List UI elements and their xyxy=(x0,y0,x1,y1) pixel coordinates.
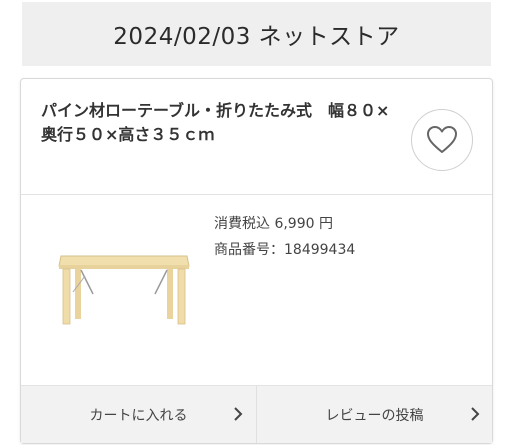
favorite-button[interactable] xyxy=(411,109,473,171)
header-title: 2024/02/03 ネットストア xyxy=(113,24,400,50)
write-review-button[interactable]: レビューの投稿 xyxy=(257,386,492,443)
sku-text: 商品番号：18499434 xyxy=(214,239,355,259)
page-header: 2024/02/03 ネットストア xyxy=(22,2,491,66)
product-card: パイン材ローテーブル・折りたたみ式 幅８０×奥行５０×高さ３５ｃｍ 消費税込 6… xyxy=(20,78,493,444)
currency: 円 xyxy=(319,216,333,232)
sku-label: 商品番号： xyxy=(214,242,284,258)
price-value: 6,990 xyxy=(274,216,315,232)
product-image[interactable] xyxy=(55,254,195,329)
price-text: 消費税込 6,990 円 xyxy=(214,213,333,233)
add-to-cart-label: カートに入れる xyxy=(89,407,188,424)
chevron-right-icon xyxy=(471,407,480,421)
write-review-label: レビューの投稿 xyxy=(325,407,424,424)
heart-icon xyxy=(427,126,457,153)
sku-value: 18499434 xyxy=(284,242,356,258)
price-label: 消費税込 xyxy=(214,216,270,232)
chevron-right-icon xyxy=(234,407,243,421)
product-title[interactable]: パイン材ローテーブル・折りたたみ式 幅８０×奥行５０×高さ３５ｃｍ xyxy=(41,99,401,147)
add-to-cart-button[interactable]: カートに入れる xyxy=(21,386,256,443)
divider xyxy=(21,194,492,195)
